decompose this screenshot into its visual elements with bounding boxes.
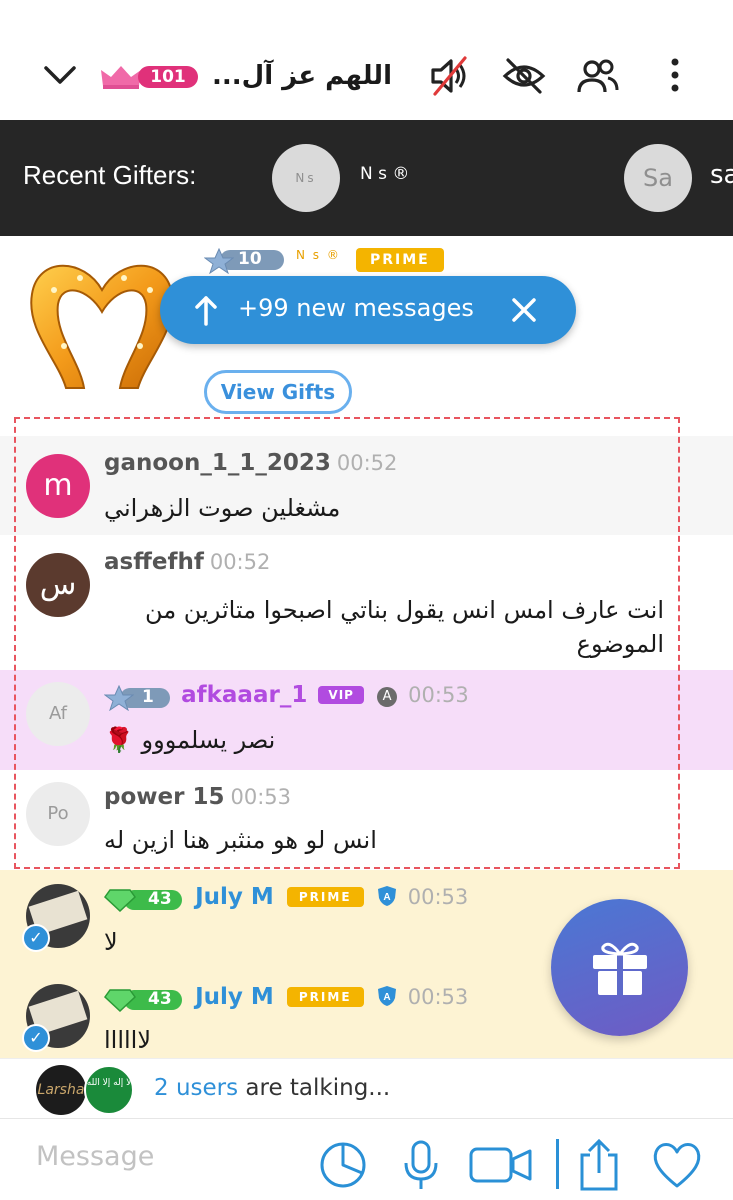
star-level: 10 (238, 249, 262, 269)
gifter-name[interactable]: sa (710, 160, 733, 190)
avatar[interactable]: m (26, 454, 90, 518)
message-header: ganoon_1_1_2023 00:52 (104, 450, 397, 480)
recent-gifters-bar: Recent Gifters: Ns N s ® Sa sa (0, 120, 733, 236)
star-level-badge: 10 (204, 248, 284, 274)
vip-badge: VIP (318, 686, 364, 704)
star-icon (204, 248, 234, 274)
username[interactable]: July M (195, 884, 274, 910)
close-icon[interactable] (510, 296, 538, 324)
typing-user-avatar[interactable]: Larsha (36, 1065, 86, 1115)
level: 43 (148, 888, 172, 909)
typing-user-avatar[interactable]: لا إله إلا الله (84, 1065, 134, 1115)
share-icon[interactable] (572, 1138, 626, 1191)
svg-text:A: A (383, 992, 390, 1003)
admin-icon: A (377, 687, 398, 707)
timestamp: 00:52 (209, 550, 271, 574)
gift-sender-name[interactable]: N s ® (296, 248, 341, 262)
message-header: power 15 00:53 (104, 784, 291, 814)
prime-badge: PRIME (286, 887, 364, 907)
avatar[interactable]: ✓ (22, 984, 90, 1052)
message-header: 1 afkaaar_1 VIP A 00:53 (104, 682, 469, 712)
timestamp: 00:53 (230, 785, 292, 809)
room-level-badge: 101 (100, 64, 198, 90)
flag-text: لا إله إلا الله (86, 1078, 132, 1088)
gifter-avatar[interactable]: Ns (272, 144, 340, 212)
timestamp: 00:53 (408, 683, 469, 707)
top-bar: 101 اللهم عز آل... (0, 0, 733, 120)
gem-level-badge: 43 (104, 988, 182, 1012)
message-composer: Message (0, 1118, 733, 1200)
gem-icon (104, 888, 136, 912)
verified-icon: ✓ (22, 924, 50, 952)
sticker-icon[interactable] (316, 1139, 370, 1191)
star-level-badge: 1 (104, 684, 170, 711)
message-header: asffefhf 00:52 (104, 549, 270, 579)
gift-icon (593, 942, 647, 995)
message-header: 43 July M PRIME A 00:53 (104, 884, 468, 914)
avatar[interactable]: Po (26, 782, 90, 846)
star-icon (104, 684, 134, 711)
admin-shield-icon: A (377, 986, 396, 1006)
prime-badge: PRIME (356, 248, 444, 272)
message-text: نصر يسلمووو 🌹 (104, 726, 276, 754)
gem-level-badge: 43 (104, 888, 182, 912)
mute-speaker-icon[interactable] (427, 54, 471, 98)
username[interactable]: ganoon_1_1_2023 (104, 450, 331, 476)
timestamp: 00:53 (407, 885, 469, 909)
message-text: انت عارف امس انس يقول بناتي اصبحوا متاثر… (145, 596, 664, 658)
divider (556, 1139, 559, 1189)
recent-gifters-label: Recent Gifters: (23, 160, 197, 190)
arrow-up-icon (195, 296, 217, 326)
gifter-avatar[interactable]: Sa (624, 144, 692, 212)
view-gifts-button[interactable]: View Gifts (204, 370, 352, 414)
timestamp: 00:52 (336, 451, 398, 475)
prime-badge: PRIME (286, 987, 364, 1007)
message-text: انس لو هو منثبر هنا ازين له (104, 826, 377, 854)
level: 43 (148, 988, 172, 1009)
message-header: 43 July M PRIME A 00:53 (104, 984, 468, 1014)
room-level: 101 (138, 66, 198, 88)
message-input[interactable]: Message (36, 1141, 154, 1172)
chat-message[interactable]: س asffefhf 00:52 انت عارف امس انس يقول بن… (0, 535, 733, 670)
username[interactable]: asffefhf (104, 549, 204, 575)
avatar[interactable]: س (26, 553, 90, 617)
typing-label: are talking... (238, 1075, 391, 1101)
typing-count[interactable]: 2 users (154, 1075, 238, 1101)
avatar[interactable]: Af (26, 682, 90, 746)
typing-text: 2 users are talking... (154, 1075, 390, 1101)
room-title[interactable]: اللهم عز آل... (212, 56, 392, 96)
golden-heart-gift-icon (30, 264, 174, 389)
new-messages-banner[interactable]: +99 new messages (160, 276, 576, 344)
typing-indicator: Larsha لا إله إلا الله 2 users are talki… (0, 1058, 733, 1116)
svg-text:A: A (383, 892, 390, 903)
username[interactable]: power 15 (104, 784, 224, 810)
star-level: 1 (142, 686, 154, 707)
message-text: لا (104, 928, 118, 956)
admin-shield-icon: A (377, 886, 396, 906)
heart-icon[interactable] (650, 1139, 704, 1191)
username[interactable]: afkaaar_1 (181, 682, 307, 708)
timestamp: 00:53 (407, 985, 469, 1009)
chat-message[interactable]: Po power 15 00:53 انس لو هو منثبر هنا ازي… (0, 770, 733, 870)
video-camera-icon[interactable] (468, 1139, 534, 1191)
chat-message[interactable]: Af 1 afkaaar_1 VIP A 00:53 نصر يسلمووو 🌹 (0, 670, 733, 770)
send-gift-button[interactable] (551, 899, 688, 1036)
users-icon[interactable] (576, 54, 620, 98)
crown-icon (101, 66, 141, 89)
microphone-icon[interactable] (394, 1139, 448, 1191)
chevron-down-icon[interactable] (40, 58, 80, 94)
chat-message[interactable]: m ganoon_1_1_2023 00:52 مشغلين صوت الزهرا… (0, 436, 733, 535)
gem-icon (104, 988, 136, 1012)
eye-off-icon[interactable] (502, 54, 546, 98)
more-vertical-icon[interactable] (653, 54, 697, 98)
message-text: مشغلين صوت الزهراني (104, 494, 341, 522)
avatar[interactable]: ✓ (22, 884, 90, 952)
username[interactable]: July M (195, 984, 274, 1010)
gifter-name[interactable]: N s ® (360, 164, 409, 184)
verified-icon: ✓ (22, 1024, 50, 1052)
message-text: لاااااا (104, 1026, 152, 1054)
new-messages-label: +99 new messages (238, 294, 474, 322)
